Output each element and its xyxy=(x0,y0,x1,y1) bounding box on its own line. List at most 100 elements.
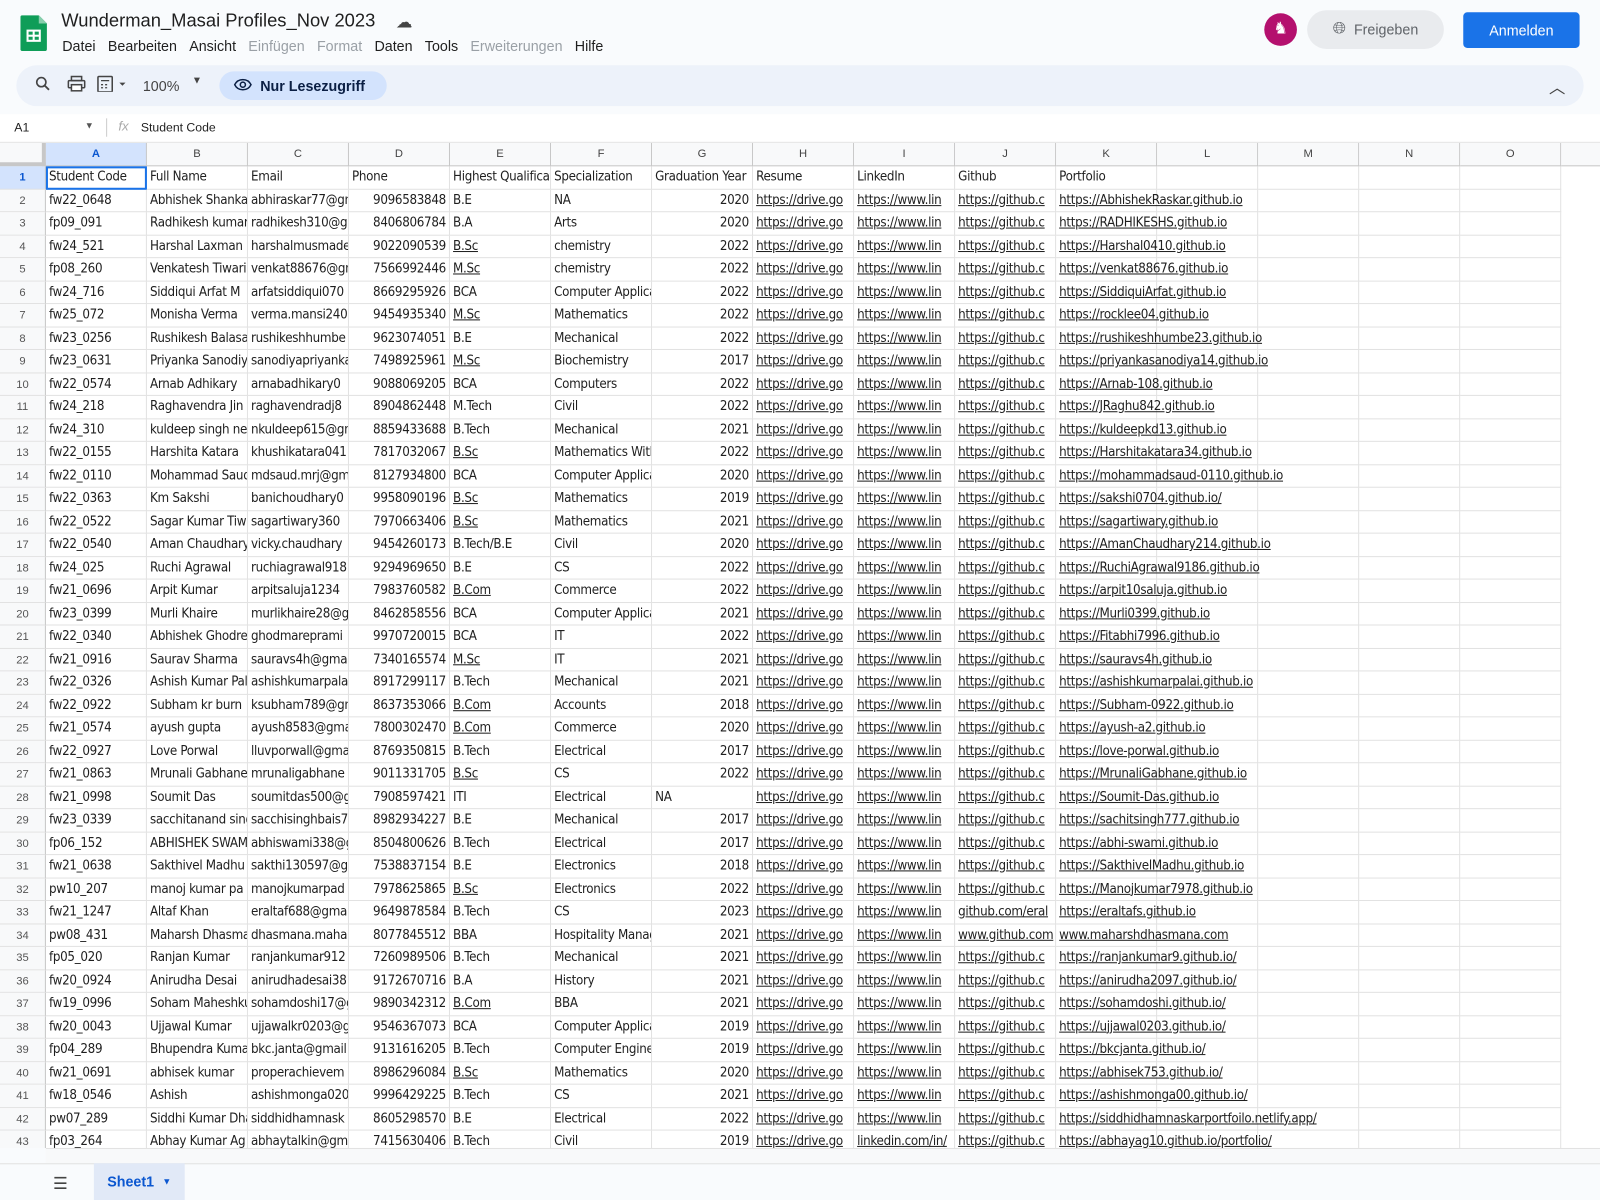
table-cell[interactable]: fw20_0043 xyxy=(45,1015,147,1039)
table-cell[interactable] xyxy=(1258,602,1360,626)
table-cell[interactable]: fw22_0540 xyxy=(45,533,147,557)
sheet-tab-dropdown-icon[interactable]: ▼ xyxy=(162,1177,171,1187)
table-cell[interactable]: Bhupendra Kumar xyxy=(146,1038,248,1062)
all-sheets-icon[interactable]: ☰ xyxy=(53,1173,68,1193)
table-cell[interactable]: https://www.lin xyxy=(854,487,956,511)
table-cell[interactable] xyxy=(1460,533,1562,557)
table-cell[interactable]: 8904862448 xyxy=(348,395,450,419)
column-header-f[interactable]: F xyxy=(551,142,653,167)
table-cell[interactable]: https://github.c xyxy=(955,395,1057,419)
table-cell[interactable]: https://RuchiAgrawal9186.github.io xyxy=(1056,556,1260,580)
table-cell[interactable] xyxy=(1258,487,1360,511)
table-cell[interactable]: M.Sc xyxy=(449,648,552,672)
table-cell[interactable]: https://venkat88676.github.io xyxy=(1056,258,1228,282)
table-cell[interactable]: manojkumarpad xyxy=(247,878,349,902)
table-cell[interactable] xyxy=(1460,372,1562,396)
table-cell[interactable]: https://Arnab-108.github.io xyxy=(1056,372,1213,396)
table-cell[interactable] xyxy=(1359,901,1461,924)
table-cell[interactable]: https://www.lin xyxy=(854,878,956,902)
table-cell[interactable]: Love Porwal xyxy=(146,740,248,764)
row-header[interactable]: 21 xyxy=(0,625,46,649)
table-cell[interactable]: https://AbhishekRaskar.github.io xyxy=(1056,189,1243,213)
table-cell[interactable]: 9096583848 xyxy=(348,189,450,213)
table-cell[interactable]: BBA xyxy=(449,923,552,947)
row-header[interactable]: 41 xyxy=(0,1084,46,1108)
table-cell[interactable] xyxy=(1460,1130,1562,1148)
table-cell[interactable]: Civil xyxy=(551,533,653,557)
table-cell[interactable]: 7340165574 xyxy=(348,648,450,672)
table-cell[interactable] xyxy=(1258,1038,1360,1062)
table-cell[interactable]: abhiraskar77@gmail xyxy=(247,189,349,213)
table-cell[interactable] xyxy=(1359,1084,1461,1108)
table-cell[interactable]: https://ranjankumar9.github.io/ xyxy=(1056,946,1237,970)
column-header-h[interactable]: H xyxy=(753,142,855,167)
column-header-d[interactable]: D xyxy=(348,142,450,167)
table-cell[interactable]: https://drive.go xyxy=(753,763,855,787)
table-cell[interactable] xyxy=(1359,740,1461,764)
table-cell[interactable] xyxy=(1359,464,1461,488)
row-header[interactable]: 8 xyxy=(0,327,46,350)
table-cell[interactable]: fw23_0339 xyxy=(45,809,147,833)
table-cell[interactable]: https://github.c xyxy=(955,212,1057,236)
table-cell[interactable]: radhikesh310@gmail xyxy=(247,212,349,236)
table-cell[interactable] xyxy=(1359,923,1461,947)
table-cell[interactable]: Mathematics With xyxy=(551,441,653,465)
row-header[interactable]: 35 xyxy=(0,946,46,970)
row-header[interactable]: 43 xyxy=(0,1130,46,1148)
table-cell[interactable]: 7970663406 xyxy=(348,510,450,534)
table-cell[interactable]: BBA xyxy=(551,992,653,1016)
table-cell[interactable] xyxy=(1460,1061,1562,1085)
table-cell[interactable]: Soumit Das xyxy=(146,786,248,810)
table-cell[interactable] xyxy=(1258,235,1360,259)
table-cell[interactable]: 2022 xyxy=(652,235,754,259)
table-cell[interactable]: Harshal Laxman xyxy=(146,235,248,259)
table-cell[interactable]: 8127934800 xyxy=(348,464,450,488)
table-cell[interactable]: 2021 xyxy=(652,1084,754,1108)
row-header[interactable]: 19 xyxy=(0,579,46,603)
table-cell[interactable]: arnabadhikary0 xyxy=(247,372,349,396)
table-cell[interactable]: 2022 xyxy=(652,304,754,328)
table-cell[interactable]: https://github.c xyxy=(955,1107,1057,1131)
table-cell[interactable]: 7978625865 xyxy=(348,878,450,902)
table-cell[interactable] xyxy=(1460,923,1562,947)
table-cell[interactable]: https://AmanChaudhary214.github.io xyxy=(1056,533,1271,557)
table-cell[interactable]: https://ujjawal0203.github.io/ xyxy=(1056,1015,1226,1039)
table-cell[interactable]: B.Sc xyxy=(449,763,552,787)
table-cell[interactable]: Mrunali Gabhane xyxy=(146,763,248,787)
table-cell[interactable]: ayush8583@gmail xyxy=(247,717,349,741)
table-cell[interactable]: 9172670716 xyxy=(348,969,450,993)
table-cell[interactable]: Km Sakshi xyxy=(146,487,248,511)
table-cell[interactable]: fw21_1247 xyxy=(45,901,147,924)
table-cell[interactable]: Commerce xyxy=(551,579,653,603)
column-header-l[interactable]: L xyxy=(1157,142,1259,167)
table-cell[interactable] xyxy=(1258,349,1360,373)
table-cell[interactable] xyxy=(1460,946,1562,970)
table-cell[interactable] xyxy=(1258,441,1360,465)
menu-ansicht[interactable]: Ansicht xyxy=(183,37,242,55)
table-cell[interactable] xyxy=(1258,304,1360,328)
table-cell[interactable]: https://www.lin xyxy=(854,648,956,672)
table-cell[interactable] xyxy=(1258,579,1360,603)
table-cell[interactable]: Mathematics xyxy=(551,1061,653,1085)
collapse-toolbar-icon[interactable]: ︿ xyxy=(1549,73,1565,97)
table-cell[interactable]: https://abhisek753.github.io/ xyxy=(1056,1061,1223,1085)
table-cell[interactable]: Abhishek Shankar xyxy=(146,189,248,213)
table-cell[interactable] xyxy=(1258,533,1360,557)
table-cell[interactable]: rushikeshhumbe xyxy=(247,327,349,350)
table-cell[interactable] xyxy=(1359,395,1461,419)
row-header[interactable]: 34 xyxy=(0,923,46,947)
table-cell[interactable]: B.A xyxy=(449,969,552,993)
table-cell[interactable] xyxy=(1258,969,1360,993)
table-cell[interactable]: harshalmusmade xyxy=(247,235,349,259)
table-cell[interactable]: M.Sc xyxy=(449,304,552,328)
table-cell[interactable]: fw22_0110 xyxy=(45,464,147,488)
table-cell[interactable]: fw21_0696 xyxy=(45,579,147,603)
table-cell[interactable]: B.Tech xyxy=(449,946,552,970)
table-cell[interactable]: https://bkcjanta.github.io/ xyxy=(1056,1038,1206,1062)
table-cell[interactable]: fw22_0363 xyxy=(45,487,147,511)
table-cell[interactable]: https://github.c xyxy=(955,304,1057,328)
table-cell[interactable]: https://drive.go xyxy=(753,235,855,259)
row-header[interactable]: 18 xyxy=(0,556,46,580)
table-cell[interactable]: 8917299117 xyxy=(348,671,450,695)
table-cell[interactable]: https://www.lin xyxy=(854,671,956,695)
